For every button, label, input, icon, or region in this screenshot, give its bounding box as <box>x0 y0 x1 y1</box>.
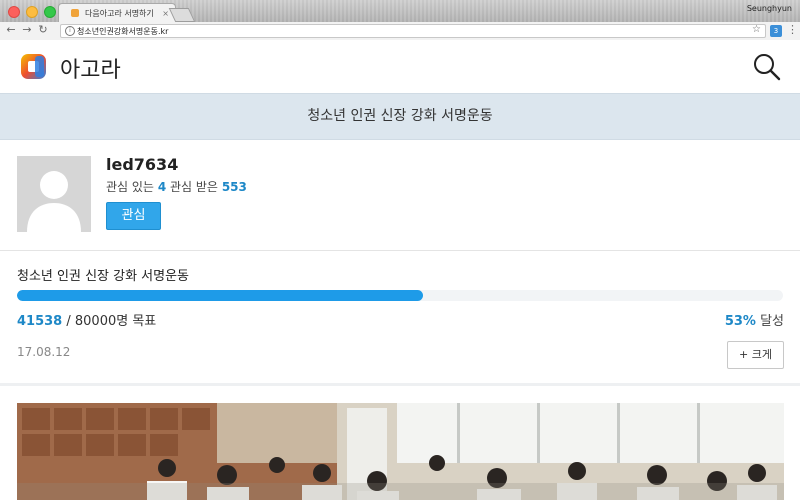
site-info-icon[interactable]: i <box>65 26 75 36</box>
url-input[interactable] <box>77 25 717 37</box>
minimize-window-button[interactable] <box>26 6 38 18</box>
profile-stats: 관심 있는 4 관심 받은 553 <box>106 178 247 195</box>
follow-button[interactable]: 관심 <box>106 202 161 230</box>
tab-title: 다음아고라 서명하기 <box>85 9 154 18</box>
signature-count: 41538 / 80000명 목표 <box>17 310 156 329</box>
received-label: 관심 받은 <box>170 180 218 194</box>
petition-photo <box>17 403 784 500</box>
percent-label: 달성 <box>760 314 784 329</box>
search-icon[interactable] <box>752 52 782 82</box>
signature-number: 41538 <box>17 314 63 329</box>
petition-title: 청소년 인권 신장 강화 서명운동 <box>17 269 190 284</box>
tab-close-icon[interactable]: × <box>162 4 169 23</box>
percent-value: 53% <box>724 314 756 329</box>
bookmark-star-icon[interactable]: ☆ <box>752 24 761 35</box>
interest-label: 관심 있는 <box>106 180 154 194</box>
brand-name[interactable]: 아고라 <box>60 52 121 84</box>
close-window-button[interactable] <box>8 6 20 18</box>
petition-date: 17.08.12 <box>17 345 71 359</box>
classroom-photo-image <box>17 403 784 500</box>
browser-tab[interactable]: 다음아고라 서명하기 × <box>58 3 176 22</box>
tab-favicon-icon <box>71 9 79 17</box>
agora-logo-icon[interactable] <box>20 53 47 80</box>
username[interactable]: led7634 <box>106 155 178 174</box>
section-divider <box>0 250 800 251</box>
achievement-rate: 53% 달성 <box>725 310 784 329</box>
default-user-icon <box>27 171 81 232</box>
browser-user-name[interactable]: Seunghyun <box>747 4 792 13</box>
section-separator <box>0 383 800 386</box>
received-count: 553 <box>221 180 247 194</box>
extension-icon[interactable]: 3 <box>770 25 782 37</box>
interest-count: 4 <box>157 180 167 194</box>
page-title-banner: 청소년 인권 신장 강화 서명운동 <box>0 93 800 140</box>
zoom-button[interactable]: + 크게 <box>727 341 784 369</box>
browser-toolbar: ← → ↻ i ☆ 3 ⋮ <box>0 22 800 41</box>
avatar[interactable] <box>17 156 91 232</box>
progress-bar <box>17 290 783 301</box>
back-arrow-icon[interactable]: ← <box>4 23 18 36</box>
maximize-window-button[interactable] <box>44 6 56 18</box>
goal-text: / 80000명 목표 <box>66 314 157 329</box>
progress-fill <box>17 290 423 301</box>
reload-icon[interactable]: ↻ <box>36 23 50 36</box>
window-controls <box>8 6 56 18</box>
site-header: 아고라 <box>0 40 800 93</box>
browser-menu-icon[interactable]: ⋮ <box>787 23 798 36</box>
forward-arrow-icon[interactable]: → <box>20 23 34 36</box>
address-bar[interactable]: i ☆ <box>60 24 766 38</box>
